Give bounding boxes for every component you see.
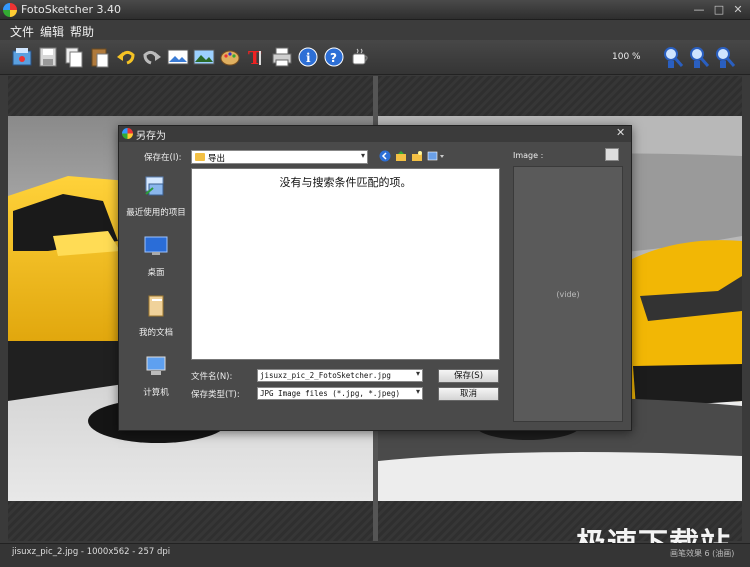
filetype-label: 保存类型(T): xyxy=(191,390,240,400)
left-pane-top-bar xyxy=(8,76,373,116)
image-preview-label: Image : xyxy=(513,151,544,160)
cancel-button[interactable]: 取消 xyxy=(438,387,499,401)
filename-label: 文件名(N): xyxy=(191,372,233,382)
chevron-down-icon: ▾ xyxy=(360,151,365,160)
place-computer[interactable]: 计算机 xyxy=(125,354,187,398)
toolbar: T i ? 100 % xyxy=(0,40,750,75)
status-bar: jisuxz_pic_2.jpg - 1000x562 - 257 dpi 画笔… xyxy=(0,543,750,567)
palette-icon[interactable] xyxy=(219,45,241,69)
place-desktop[interactable]: 桌面 xyxy=(125,234,187,278)
svg-text:i: i xyxy=(306,51,311,65)
menu-file[interactable]: 文件 xyxy=(10,23,34,40)
maximize-button[interactable]: □ xyxy=(712,3,726,16)
copy-icon[interactable] xyxy=(63,45,85,69)
menu-bar: 文件 编辑 帮助 xyxy=(0,20,750,40)
left-pane-bottom-bar xyxy=(8,501,373,541)
zoom-out-icon[interactable] xyxy=(688,45,710,69)
save-as-dialog: 另存为 ✕ 保存在(I): 导出 ▾ 最近使用的项目 桌面 我的文档 计算机 没… xyxy=(118,125,632,431)
window-title: FotoSketcher 3.40 xyxy=(21,3,122,16)
place-recent-label: 最近使用的项目 xyxy=(126,208,186,218)
status-text: jisuxz_pic_2.jpg - 1000x562 - 257 dpi xyxy=(12,547,171,557)
save-icon[interactable] xyxy=(37,45,59,69)
help-icon[interactable]: ? xyxy=(323,45,345,69)
dialog-title-bar: 另存为 ✕ xyxy=(119,126,631,142)
preview-empty-text: (vide) xyxy=(556,290,580,299)
svg-text:?: ? xyxy=(330,51,337,65)
zoom-in-icon[interactable] xyxy=(662,45,684,69)
menu-edit[interactable]: 编辑 xyxy=(40,23,64,40)
info-icon[interactable]: i xyxy=(297,45,319,69)
place-desktop-label: 桌面 xyxy=(147,268,165,278)
place-computer-label: 计算机 xyxy=(143,388,169,398)
preview-toggle-icon[interactable] xyxy=(605,148,619,161)
place-recent[interactable]: 最近使用的项目 xyxy=(125,174,187,218)
zoom-level: 100 % xyxy=(612,52,641,62)
dialog-close-button[interactable]: ✕ xyxy=(616,126,625,139)
open-icon[interactable] xyxy=(11,45,33,69)
text-icon[interactable]: T xyxy=(245,45,267,69)
undo-icon[interactable] xyxy=(115,45,137,69)
back-icon[interactable] xyxy=(379,150,391,162)
filetype-value: JPG Image files (*.jpg, *.jpeg) xyxy=(260,389,400,398)
computer-icon xyxy=(146,356,166,375)
filename-value: jisuxz_pic_2_FotoSketcher.jpg xyxy=(260,371,391,380)
filename-input[interactable]: jisuxz_pic_2_FotoSketcher.jpg ▾ xyxy=(257,369,423,382)
title-bar: FotoSketcher 3.40 — □ ✕ xyxy=(0,0,750,20)
chevron-down-icon: ▾ xyxy=(415,387,420,396)
filetype-dropdown[interactable]: JPG Image files (*.jpg, *.jpeg) ▾ xyxy=(257,387,423,400)
recent-items-icon xyxy=(145,176,164,196)
save-button[interactable]: 保存(S) xyxy=(438,369,499,383)
file-list[interactable]: 没有与搜索条件匹配的项。 xyxy=(191,168,500,360)
status-effect: 画笔效果 6 (油画) xyxy=(670,549,735,558)
image-preview-box: (vide) xyxy=(513,166,623,422)
close-button[interactable]: ✕ xyxy=(731,3,745,16)
empty-list-message: 没有与搜索条件匹配的项。 xyxy=(279,176,412,189)
save-in-dropdown[interactable]: 导出 ▾ xyxy=(191,150,368,164)
menu-help[interactable]: 帮助 xyxy=(70,23,94,40)
chevron-down-icon: ▾ xyxy=(415,369,420,378)
print-icon[interactable] xyxy=(271,45,293,69)
zoom-fit-icon[interactable] xyxy=(714,45,736,69)
paste-icon[interactable] xyxy=(89,45,111,69)
right-pane-top-bar xyxy=(378,76,742,116)
dialog-title: 另存为 xyxy=(136,131,166,142)
picture-icon[interactable] xyxy=(193,45,215,69)
view-menu-icon[interactable] xyxy=(427,150,445,162)
minimize-button[interactable]: — xyxy=(692,3,706,16)
place-documents[interactable]: 我的文档 xyxy=(125,294,187,338)
app-icon xyxy=(3,3,17,17)
up-folder-icon[interactable] xyxy=(395,150,407,162)
documents-icon xyxy=(148,295,164,317)
desktop-icon xyxy=(144,236,168,255)
save-in-label: 保存在(I): xyxy=(144,153,182,163)
folder-icon xyxy=(195,153,205,161)
save-in-value: 导出 xyxy=(208,154,226,164)
image-icon[interactable] xyxy=(167,45,189,69)
coffee-icon[interactable] xyxy=(349,45,371,69)
place-documents-label: 我的文档 xyxy=(138,328,173,338)
redo-icon[interactable] xyxy=(141,45,163,69)
dialog-app-icon xyxy=(122,128,133,139)
new-folder-icon[interactable] xyxy=(411,150,423,162)
fotosketcher-window: FotoSketcher 3.40 — □ ✕ 文件 编辑 帮助 T i ? 1… xyxy=(0,0,750,567)
